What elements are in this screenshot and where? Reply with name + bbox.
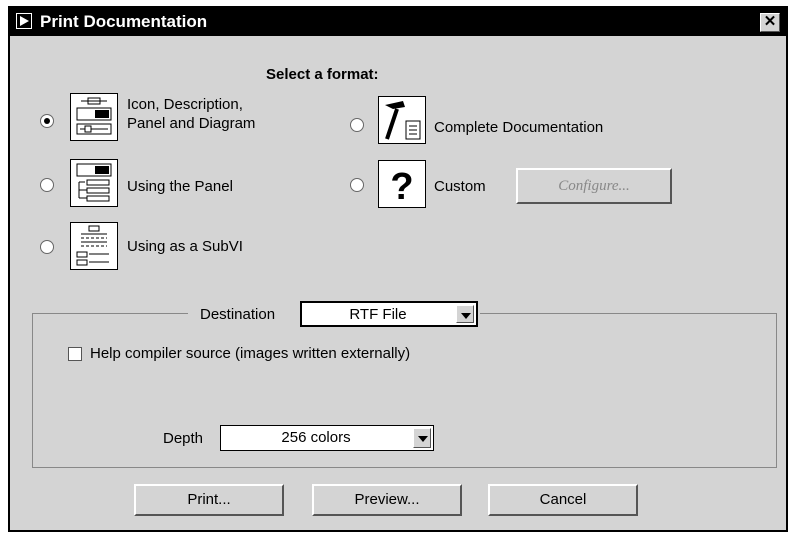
- depth-select-value: 256 colors: [281, 429, 351, 446]
- depth-label: Depth: [163, 430, 204, 447]
- preview-button[interactable]: Preview...: [312, 484, 462, 516]
- radio-custom[interactable]: [350, 178, 364, 192]
- title-bar: Print Documentation ✕: [10, 8, 786, 36]
- format-heading: Select a format:: [266, 66, 379, 83]
- custom-question-icon: ?: [378, 160, 426, 208]
- option-label: Using as a SubVI: [127, 238, 243, 255]
- option-label: Complete Documentation: [434, 119, 604, 136]
- help-compiler-checkbox[interactable]: [68, 347, 82, 361]
- using-as-subvi-icon: [70, 222, 118, 270]
- configure-button[interactable]: Configure...: [516, 168, 672, 204]
- chevron-down-icon[interactable]: [456, 305, 474, 323]
- option-label-line2: Panel and Diagram: [127, 115, 256, 132]
- complete-documentation-hammer-icon: [378, 96, 426, 144]
- svg-text:?: ?: [390, 166, 413, 207]
- destination-select-value: RTF File: [349, 306, 407, 323]
- depth-select[interactable]: 256 colors: [220, 425, 434, 451]
- chevron-down-icon[interactable]: [413, 428, 431, 448]
- radio-complete-documentation[interactable]: [350, 118, 364, 132]
- close-button[interactable]: ✕: [760, 13, 780, 32]
- print-documentation-dialog: Print Documentation ✕ Select a format: I…: [8, 6, 788, 532]
- radio-using-as-subvi[interactable]: [40, 240, 54, 254]
- icon-description-panel-diagram-icon: [70, 93, 118, 141]
- app-icon: [16, 13, 32, 29]
- print-button[interactable]: Print...: [134, 484, 284, 516]
- option-label: Using the Panel: [127, 178, 233, 195]
- radio-icon-description-panel-diagram[interactable]: [40, 114, 54, 128]
- option-label: Custom: [434, 178, 486, 195]
- destination-label: Destination: [200, 306, 276, 323]
- option-label-line1: Icon, Description,: [127, 96, 243, 113]
- radio-using-the-panel[interactable]: [40, 178, 54, 192]
- cancel-button[interactable]: Cancel: [488, 484, 638, 516]
- window-title: Print Documentation: [40, 12, 208, 31]
- help-compiler-label: Help compiler source (images written ext…: [90, 345, 411, 362]
- destination-select[interactable]: RTF File: [300, 301, 478, 327]
- using-panel-icon: [70, 159, 118, 207]
